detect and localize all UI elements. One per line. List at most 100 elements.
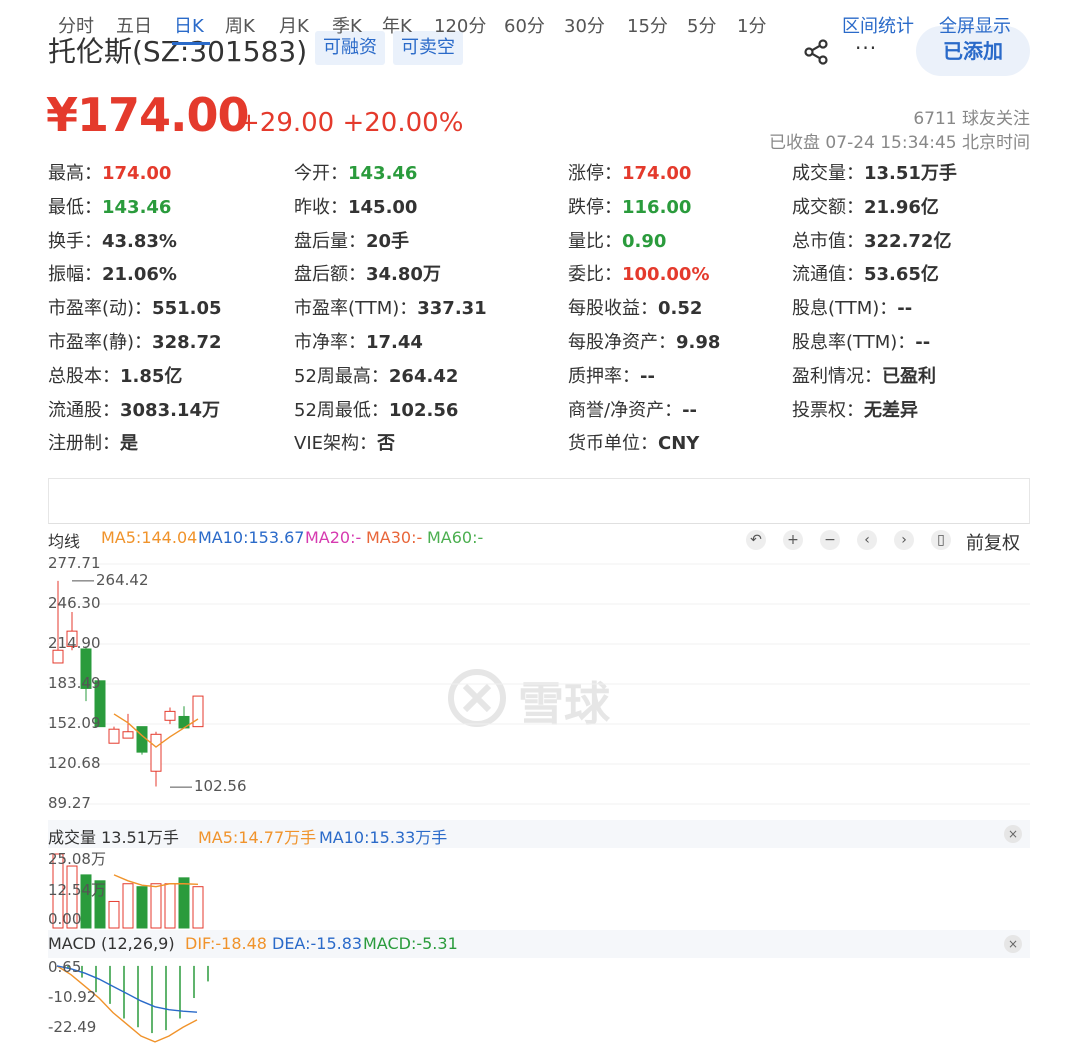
stat-label: 质押率： [568,365,640,387]
stat-value: 102.56 [388,399,459,421]
stat-label: 换手： [48,230,102,252]
stat-value: 53.65亿 [864,264,939,286]
volume-chart[interactable] [48,852,1030,929]
kline-chart[interactable] [48,560,1030,812]
zoom-out-icon[interactable]: − [820,530,840,550]
follower-count[interactable]: 6711 球友关注 [913,104,1030,129]
volume-bar [136,886,148,929]
range-stats-link[interactable]: 区间统计 [842,12,914,38]
volume-ma5-legend: MA5:14.77万手 [198,828,317,847]
tab-period[interactable]: 周K [225,12,255,38]
stat-item: 市净率：17.44 [294,331,423,355]
stat-value: 1.85亿 [120,365,183,387]
stat-item: 注册制：是 [48,432,138,456]
close-volume-icon[interactable]: × [1004,825,1022,843]
stat-label: 每股收益： [568,298,658,320]
tab-period[interactable]: 60分 [504,12,545,38]
tab-period[interactable]: 120分 [434,12,486,38]
stat-label: 市盈率(动)： [48,298,153,320]
axis-tick-label: 183.49 [48,674,101,692]
stat-label: 市盈率(TTM)： [294,298,418,320]
stat-item: 52周最高：264.42 [294,365,458,389]
stat-value: 34.80万 [366,264,441,286]
stat-label: 盘后额： [294,264,366,286]
stat-value: 3083.14万 [120,399,220,421]
stat-label: 总股本： [48,365,120,387]
adjust-type-select[interactable]: 前复权 [966,529,1020,555]
tab-period[interactable]: 月K [279,12,309,38]
tab-period[interactable]: 季K [332,12,362,38]
stat-label: 委比： [568,264,622,286]
volume-bar [150,883,162,929]
stat-value: -- [897,298,913,320]
stat-label: 振幅： [48,264,102,286]
stat-item: 投票权：无差异 [792,399,918,423]
stat-label: 昨收： [294,196,348,218]
scroll-left-icon[interactable]: ‹ [857,530,877,550]
stat-item: 最高：174.00 [48,162,171,186]
stat-item: 每股净资产：9.98 [568,331,720,355]
axis-tick-label: 25.08万 [48,850,106,868]
axis-tick-label: 277.71 [48,554,101,572]
zoom-in-icon[interactable]: + [783,530,803,550]
stat-label: 成交额： [792,196,864,218]
axis-tick-label: 120.68 [48,754,101,772]
stat-item: 振幅：21.06% [48,263,177,287]
stat-item: 涨停：174.00 [568,162,691,186]
more-icon[interactable]: ··· [855,36,877,60]
candle-style-icon[interactable]: ▯ [931,530,951,550]
stat-value: 328.72 [152,332,222,353]
stat-item: 成交量：13.51万手 [792,162,957,186]
axis-tick-label: 246.30 [48,594,101,612]
stat-label: 盘后量： [294,230,366,252]
ma30-legend: MA30:- [366,528,423,547]
stat-item: 昨收：145.00 [294,196,417,220]
fullscreen-link[interactable]: 全屏显示 [939,12,1011,38]
stat-item: 市盈率(动)：551.05 [48,297,222,321]
tab-period[interactable]: 五日 [116,12,152,38]
stat-label: 市盈率(静)： [48,332,153,353]
axis-tick-label: 214.90 [48,634,101,652]
stat-value: 143.46 [102,196,172,218]
close-macd-icon[interactable]: × [1004,935,1022,953]
tab-period[interactable]: 5分 [687,12,716,38]
stat-item: 市盈率(静)：328.72 [48,331,222,355]
volume-bar [122,883,134,929]
volume-bar [164,883,176,929]
stat-value: 322.72亿 [864,230,952,252]
share-icon[interactable] [803,38,831,66]
tab-period[interactable]: 日K [174,12,204,38]
volume-bar [192,886,204,929]
stat-value: CNY [658,433,700,455]
stat-label: 涨停： [568,163,622,184]
stat-value: 143.46 [348,163,418,184]
tab-period[interactable]: 15分 [627,12,668,38]
macd-chart[interactable] [48,960,1030,1043]
stat-item: 52周最低：102.56 [294,399,458,423]
volume-ma10-legend: MA10:15.33万手 [319,828,448,847]
stat-label: 最高： [48,163,102,184]
stat-value: 551.05 [152,298,222,320]
undo-icon[interactable]: ↶ [746,530,766,550]
axis-tick-label: -22.49 [48,1018,97,1036]
tab-period[interactable]: 分时 [58,12,94,38]
ma20-legend: MA20:- [305,528,362,547]
stat-value: 264.42 [388,365,459,387]
stat-label: 最低： [48,196,102,218]
stat-item: 量比：0.90 [568,230,666,254]
tab-period[interactable]: 年K [382,12,412,38]
stat-item: 商誉/净资产：-- [568,399,697,423]
stat-item: 换手：43.83% [48,230,177,254]
scroll-right-icon[interactable]: › [894,530,914,550]
price-change: +29.00 +20.00% [238,108,464,138]
stat-value: 无差异 [864,399,918,421]
extreme-value-label: 102.56 [194,777,247,796]
stat-value: 21.06% [102,264,177,286]
tab-period[interactable]: 30分 [564,12,605,38]
stat-label: 跌停： [568,196,622,218]
stat-item: 市盈率(TTM)：337.31 [294,297,487,321]
tab-period[interactable]: 1分 [737,12,766,38]
stat-item: 总股本：1.85亿 [48,365,182,389]
stat-item: 盈利情况：已盈利 [792,365,936,389]
stat-value: 20手 [366,230,410,252]
